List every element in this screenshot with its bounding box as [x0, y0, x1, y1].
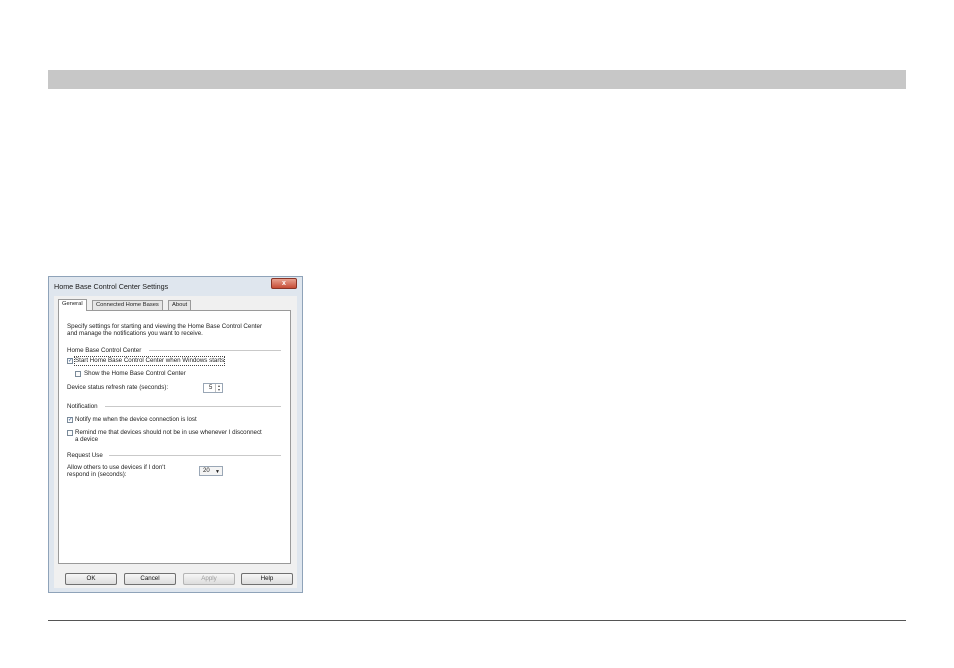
- refresh-rate-stepper[interactable]: 5 ▴ ▾: [203, 383, 223, 393]
- header-bar: [48, 70, 906, 89]
- dialog-title: Home Base Control Center Settings: [54, 282, 169, 291]
- settings-dialog: Home Base Control Center Settings x Gene…: [48, 276, 303, 593]
- remind-disconnect-checkbox[interactable]: [67, 430, 73, 436]
- show-control-center-label: Show the Home Base Control Center: [84, 370, 186, 377]
- ok-button[interactable]: OK: [65, 573, 117, 585]
- remind-disconnect-label-line-2: a device: [75, 436, 99, 443]
- footer-rule: [48, 620, 906, 621]
- start-with-windows-checkbox[interactable]: ✓: [67, 358, 73, 364]
- notify-lost-checkbox[interactable]: ✓: [67, 417, 73, 423]
- cancel-button[interactable]: Cancel: [124, 573, 176, 585]
- allow-others-label-line-2: respond in (seconds):: [67, 471, 127, 478]
- group-control-center-label: Home Base Control Center: [67, 347, 142, 354]
- chevron-down-icon: ▼: [215, 469, 220, 475]
- group-divider: [149, 350, 281, 351]
- help-button[interactable]: Help: [241, 573, 293, 585]
- tab-about[interactable]: About: [168, 300, 192, 310]
- title-bar: Home Base Control Center Settings x: [49, 277, 302, 292]
- notify-lost-label: Notify me when the device connection is …: [75, 416, 197, 423]
- allow-others-value: 20: [203, 468, 210, 474]
- apply-button[interactable]: Apply: [183, 573, 235, 585]
- close-button[interactable]: x: [271, 278, 297, 289]
- spin-arrows-icon[interactable]: ▴ ▾: [215, 384, 222, 392]
- tab-general-label: General: [62, 301, 83, 307]
- tab-connected-home-bases[interactable]: Connected Home Bases: [92, 300, 163, 310]
- close-icon: x: [282, 280, 286, 287]
- tab-general[interactable]: General: [58, 299, 87, 311]
- start-with-windows-label: Start Home Base Control Center when Wind…: [73, 356, 226, 366]
- tab-connected-home-bases-label: Connected Home Bases: [96, 302, 159, 308]
- show-control-center-checkbox[interactable]: [75, 371, 81, 377]
- refresh-rate-label: Device status refresh rate (seconds):: [67, 384, 169, 391]
- group-divider: [109, 455, 281, 456]
- general-panel: Specify settings for starting and viewin…: [58, 310, 291, 564]
- dialog-client: General Connected Home Bases About Speci…: [54, 296, 297, 588]
- group-notification-label: Notification: [67, 403, 98, 410]
- remind-disconnect-label-line-1: Remind me that devices should not be in …: [75, 429, 262, 436]
- intro-text-line-2: and manage the notifications you want to…: [67, 330, 203, 337]
- group-request-use-label: Request Use: [67, 452, 103, 459]
- tab-about-label: About: [172, 302, 188, 308]
- allow-others-select[interactable]: 20 ▼: [199, 466, 223, 476]
- group-divider: [105, 406, 281, 407]
- refresh-rate-value: 5: [209, 385, 213, 391]
